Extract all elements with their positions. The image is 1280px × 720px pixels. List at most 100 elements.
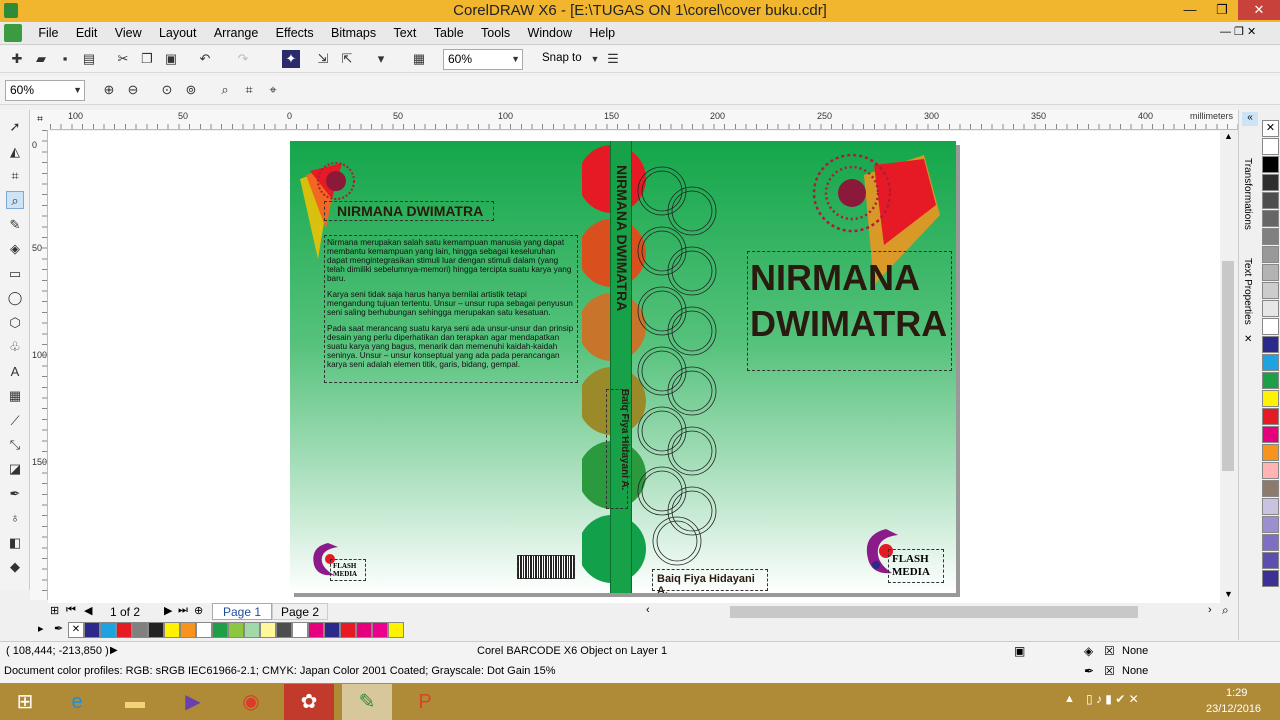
tab-text-properties[interactable]: Text Properties [1242, 258, 1253, 325]
color-swatch[interactable] [1262, 354, 1279, 371]
collapse-dockers-icon[interactable]: « [1242, 112, 1258, 126]
document-color-swatch[interactable] [340, 622, 356, 638]
document-color-swatch[interactable] [180, 622, 196, 638]
barcode[interactable] [517, 555, 575, 579]
application-launcher-icon[interactable]: ▾ [372, 50, 390, 68]
powerpoint-icon[interactable]: P [400, 684, 450, 720]
clock-date[interactable]: 23/12/2016 [1206, 703, 1261, 715]
search-content-icon[interactable]: ✦ [282, 50, 300, 68]
color-swatch[interactable] [1262, 426, 1279, 443]
scroll-down-icon[interactable]: ▼ [1224, 589, 1233, 599]
new-icon[interactable]: ✚ [8, 50, 26, 68]
document-color-swatch[interactable] [292, 622, 308, 638]
ellipse-tool-icon[interactable]: ◯ [6, 289, 24, 307]
rectangle-tool-icon[interactable]: ▭ [6, 265, 24, 283]
close-button[interactable]: ✕ [1238, 0, 1280, 20]
welcome-screen-icon[interactable]: ▦ [410, 50, 428, 68]
scroll-thumb[interactable] [1222, 261, 1234, 471]
last-page-icon[interactable]: ⏭ [178, 604, 188, 617]
pick-tool-icon[interactable]: ➚ [6, 118, 24, 136]
document-color-swatch[interactable] [324, 622, 340, 638]
camtasia-icon[interactable]: ✿ [284, 684, 334, 720]
freehand-tool-icon[interactable]: ✎ [6, 216, 24, 234]
book-spine[interactable]: NIRMANA DWIMATRA Baiq Fiya Hidayani A. [610, 141, 632, 593]
document-color-swatch[interactable] [244, 622, 260, 638]
document-color-swatch[interactable] [84, 622, 100, 638]
color-swatch[interactable] [1262, 246, 1279, 263]
color-swatch[interactable] [1262, 372, 1279, 389]
minimize-button[interactable]: — [1174, 0, 1206, 20]
prev-page-icon[interactable]: ◀ [84, 604, 92, 617]
document-color-swatch[interactable] [228, 622, 244, 638]
page-options-icon[interactable]: ⊞ [50, 604, 59, 617]
hscroll-left-icon[interactable]: ‹ [646, 604, 650, 616]
color-swatch[interactable] [1262, 516, 1279, 533]
back-text-frame[interactable]: Nirmana merupakan salah satu kemampuan m… [324, 235, 578, 383]
snap-to-dropdown[interactable]: Snap to [542, 52, 582, 64]
document-color-swatch[interactable] [196, 622, 212, 638]
menu-arrange[interactable]: Arrange [207, 22, 265, 44]
save-icon[interactable]: ▪ [56, 50, 74, 68]
coords-arrow-icon[interactable]: ▶ [110, 645, 118, 656]
color-swatch[interactable] [1262, 444, 1279, 461]
color-swatch[interactable] [1262, 390, 1279, 407]
smart-fill-tool-icon[interactable]: ◈ [6, 240, 24, 258]
color-swatch[interactable] [1262, 264, 1279, 281]
front-title-frame[interactable]: NIRMANA DWIMATRA [747, 251, 952, 371]
color-swatch[interactable] [1262, 552, 1279, 569]
internet-explorer-icon[interactable]: e [52, 684, 102, 720]
zoom-in-icon[interactable]: ⊕ [100, 81, 118, 99]
copy-icon[interactable]: ❐ [138, 50, 156, 68]
menu-table[interactable]: Table [427, 22, 471, 44]
navigator-icon[interactable]: ⌕ [1222, 603, 1229, 618]
tab-page-1[interactable]: Page 1 [212, 603, 273, 620]
ruler-origin-icon[interactable]: ⌗ [30, 110, 50, 130]
zoom-all-icon[interactable]: ⊚ [182, 81, 200, 99]
color-swatch[interactable] [1262, 336, 1279, 353]
crop-tool-icon[interactable]: ⌗ [6, 167, 24, 185]
eyedropper-icon[interactable]: ✒ [54, 622, 63, 635]
hscroll-right-icon[interactable]: › [1208, 604, 1212, 616]
document-icon[interactable] [4, 24, 22, 42]
dimension-tool-icon[interactable]: ⟋ [6, 412, 24, 430]
menu-bitmaps[interactable]: Bitmaps [324, 22, 383, 44]
tab-transformations[interactable]: Transformations [1242, 158, 1253, 230]
color-swatch[interactable] [1262, 300, 1279, 317]
add-page-icon[interactable]: ⊕ [194, 604, 203, 617]
drop-shadow-tool-icon[interactable]: ◪ [6, 460, 24, 478]
eyedropper-tool-icon[interactable]: ✒ [6, 485, 24, 503]
zoom-page-icon[interactable]: ⌕ [216, 81, 234, 99]
next-page-icon[interactable]: ▶ [164, 604, 172, 617]
palette-menu-icon[interactable]: ▸ [38, 622, 44, 635]
publisher-frame-front[interactable]: FLASH MEDIA [888, 549, 944, 583]
first-page-icon[interactable]: ⏮ [66, 604, 76, 617]
document-color-swatch[interactable] [372, 622, 388, 638]
document-color-swatch[interactable] [260, 622, 276, 638]
document-color-swatch[interactable] [132, 622, 148, 638]
color-swatch[interactable] [1262, 192, 1279, 209]
menu-effects[interactable]: Effects [269, 22, 321, 44]
document-color-swatch[interactable] [212, 622, 228, 638]
open-icon[interactable]: ▰ [32, 50, 50, 68]
undo-icon[interactable]: ↶ [196, 50, 214, 68]
zoom-width-icon[interactable]: ⌗ [240, 81, 258, 99]
table-tool-icon[interactable]: ▦ [6, 387, 24, 405]
interactive-fill-tool-icon[interactable]: ◆ [6, 558, 24, 576]
menu-file[interactable]: File [31, 22, 65, 44]
color-swatch[interactable] [1262, 228, 1279, 245]
menu-window[interactable]: Window [521, 22, 579, 44]
show-hidden-icons[interactable]: ▲ [1064, 693, 1075, 705]
document-color-swatch[interactable] [100, 622, 116, 638]
menu-help[interactable]: Help [582, 22, 622, 44]
options-icon[interactable]: ☰ [604, 50, 622, 68]
shape-tool-icon[interactable]: ◭ [6, 143, 24, 161]
author-frame[interactable]: Baiq Fiya Hidayani A. [652, 569, 768, 593]
menu-view[interactable]: View [108, 22, 149, 44]
chrome-icon[interactable]: ◉ [226, 684, 276, 720]
no-color-swatch[interactable]: ✕ [68, 622, 84, 638]
color-swatch[interactable] [1262, 462, 1279, 479]
basic-shapes-tool-icon[interactable]: ♧ [6, 338, 24, 356]
visual-studio-icon[interactable]: ▶ [168, 684, 218, 720]
print-icon[interactable]: ▤ [80, 50, 98, 68]
menu-tools[interactable]: Tools [474, 22, 517, 44]
